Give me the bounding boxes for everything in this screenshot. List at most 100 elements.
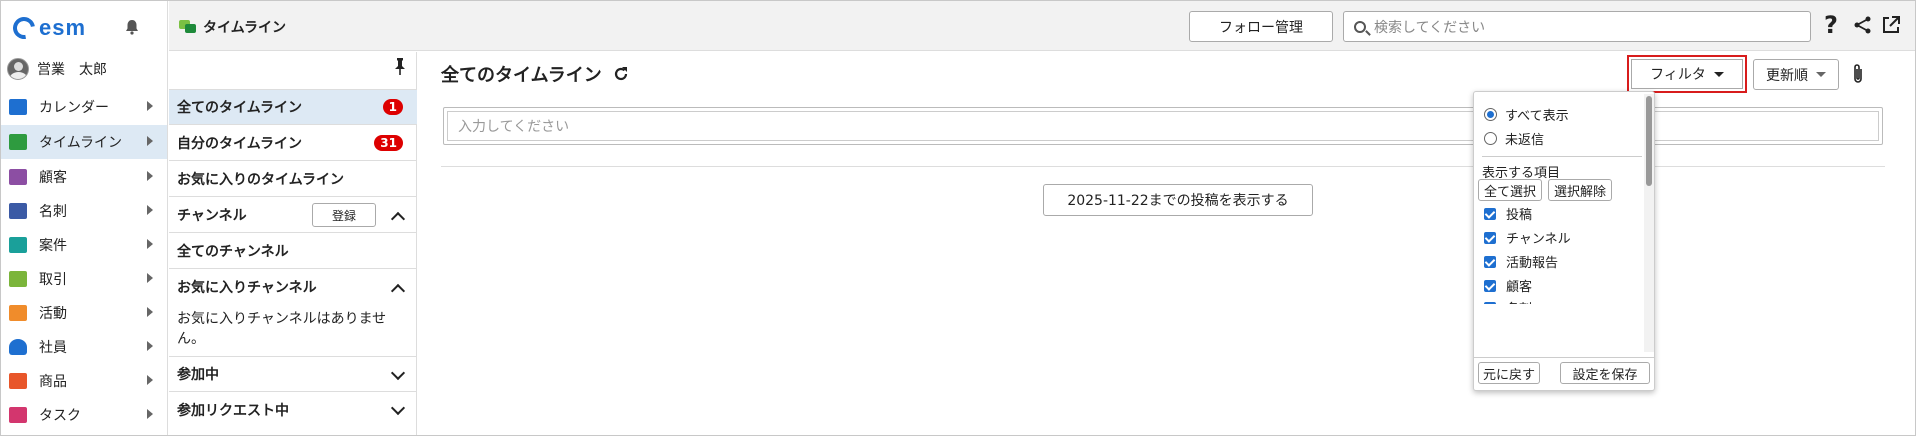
sidebar-item-employee[interactable]: 社員 <box>1 330 167 364</box>
sidebar-item-deal[interactable]: 案件 <box>1 228 167 262</box>
channel-label: チャンネル <box>177 207 247 224</box>
all-timeline-label: 全てのタイムライン <box>177 100 303 116</box>
radio-unselected-icon <box>1484 132 1497 145</box>
no-favorite-channel-message: お気に入りチャンネルはありません。 <box>177 311 387 347</box>
sidebar-item-transaction[interactable]: 取引 <box>1 262 167 296</box>
open-new-window-icon[interactable] <box>1881 15 1901 35</box>
favorite-timeline-label: お気に入りのタイムライン <box>177 171 345 188</box>
clipboard-icon <box>9 305 27 321</box>
chevron-down-icon[interactable] <box>390 400 406 416</box>
reset-button[interactable]: 元に戻す <box>1478 362 1540 384</box>
chevron-up-icon[interactable] <box>390 211 406 227</box>
sidebar-item-task[interactable]: タスク <box>1 398 167 432</box>
sidebar-item-business-card[interactable]: 名刺 <box>1 194 167 228</box>
timeline-icon <box>179 20 197 34</box>
chevron-up-icon[interactable] <box>390 283 406 299</box>
filter-item-label: 顧客 <box>1506 280 1533 295</box>
pin-icon[interactable] <box>393 57 407 75</box>
chevron-right-icon <box>147 375 153 385</box>
favorite-timeline-item[interactable]: お気に入りのタイムライン <box>169 161 417 197</box>
follow-management-button[interactable]: フォロー管理 <box>1189 11 1333 42</box>
joined-label: 参加中 <box>177 367 219 383</box>
all-channel-label: 全てのチャンネル <box>177 243 289 260</box>
bell-icon[interactable] <box>124 19 140 35</box>
business-card-icon <box>9 203 27 219</box>
page-title: タイムライン <box>179 17 286 37</box>
unread-badge: 1 <box>382 99 403 115</box>
radio-unreplied-label: 未返信 <box>1505 133 1545 148</box>
sort-order-label: 更新順 <box>1766 67 1808 84</box>
checkbox-checked-icon <box>1484 231 1496 244</box>
sidebar-item-timeline[interactable]: タイムライン <box>1 125 167 159</box>
channel-section-header[interactable]: チャンネル 登録 <box>169 197 417 233</box>
chevron-right-icon <box>147 205 153 215</box>
search-input[interactable]: 検索してください <box>1343 11 1811 42</box>
sidebar-item-customer[interactable]: 顧客 <box>1 160 167 194</box>
sidebar-item-label: 名刺 <box>39 204 67 220</box>
filter-button[interactable]: フィルタ <box>1627 55 1747 93</box>
sidebar-item-label: カレンダー <box>39 100 109 116</box>
sidebar-item-label: 活動 <box>39 306 67 322</box>
filter-item-activity-report[interactable]: 活動報告 <box>1484 252 1558 271</box>
divider <box>1482 156 1642 157</box>
radio-show-all[interactable]: すべて表示 <box>1484 105 1569 124</box>
my-timeline-item[interactable]: 自分のタイムライン 31 <box>169 125 417 161</box>
sort-order-select[interactable]: 更新順 <box>1753 59 1839 90</box>
person-icon <box>9 339 27 355</box>
building-icon <box>9 169 27 185</box>
chevron-down-icon[interactable] <box>390 365 406 381</box>
filter-item-label: 名刺 <box>1506 298 1532 304</box>
help-icon[interactable]: ? <box>1824 11 1838 39</box>
sidebar-item-label: 社員 <box>39 340 67 356</box>
filter-item-clip: 名刺 <box>1474 294 1642 304</box>
sidebar-item-label: タスク <box>39 408 81 424</box>
my-timeline-label: 自分のタイムライン <box>177 135 303 152</box>
sidebar-item-label: タイムライン <box>39 135 123 151</box>
dropdown-scrollbar-thumb[interactable] <box>1646 96 1652 186</box>
paperclip-icon[interactable] <box>1851 63 1865 85</box>
chevron-right-icon <box>147 101 153 111</box>
chevron-right-icon <box>147 341 153 351</box>
share-icon[interactable] <box>1853 15 1873 35</box>
checkbox-checked-icon <box>1484 255 1496 268</box>
joined-section-header[interactable]: 参加中 <box>169 356 417 392</box>
post-input-field[interactable]: 入力してください <box>447 111 1879 141</box>
user-name: 営業 太郎 <box>37 62 107 78</box>
filter-label: フィルタ <box>1650 67 1706 83</box>
save-settings-button[interactable]: 設定を保存 <box>1560 362 1650 384</box>
post-input[interactable]: 入力してください <box>443 107 1883 145</box>
sidebar-item-product[interactable]: 商品 <box>1 364 167 398</box>
filter-button-inner: フィルタ <box>1631 59 1743 89</box>
filter-item-business-card[interactable]: 名刺 <box>1484 298 1532 304</box>
caret-down-icon <box>1713 71 1724 77</box>
select-all-button[interactable]: 全て選択 <box>1478 179 1542 201</box>
requested-label: 参加リクエスト中 <box>177 403 289 419</box>
sidebar-item-label: 顧客 <box>39 170 67 186</box>
user-profile[interactable]: 営業 太郎 <box>7 58 107 80</box>
sidebar-item-activity[interactable]: 活動 <box>1 296 167 330</box>
all-channel-item[interactable]: 全てのチャンネル <box>169 233 417 269</box>
refresh-icon[interactable] <box>612 65 630 83</box>
requested-section-header[interactable]: 参加リクエスト中 <box>169 392 417 428</box>
esm-logo[interactable]: esm <box>8 12 86 44</box>
filter-item-label: チャンネル <box>1506 232 1571 247</box>
sidebar-item-label: 商品 <box>39 374 67 390</box>
filter-item-channel[interactable]: チャンネル <box>1484 228 1571 247</box>
checkbox-checked-icon <box>1484 279 1496 292</box>
product-icon <box>9 373 27 389</box>
show-older-posts-button[interactable]: 2025-11-22までの投稿を表示する <box>1043 184 1313 216</box>
checkbox-checked-icon <box>1484 301 1496 304</box>
timeline-icon <box>9 134 27 150</box>
chevron-right-icon <box>147 239 153 249</box>
favorite-channel-header[interactable]: お気に入りチャンネル <box>169 269 417 305</box>
calendar-icon <box>9 99 27 115</box>
deselect-all-button[interactable]: 選択解除 <box>1548 179 1612 201</box>
register-channel-button[interactable]: 登録 <box>312 203 376 227</box>
radio-unreplied[interactable]: 未返信 <box>1484 129 1544 148</box>
chevron-right-icon <box>147 136 153 146</box>
search-icon <box>1354 20 1366 33</box>
all-timeline-item[interactable]: 全てのタイムライン 1 <box>169 89 417 125</box>
sidebar-item-calendar[interactable]: カレンダー <box>1 90 167 124</box>
filter-item-customer[interactable]: 顧客 <box>1484 276 1532 295</box>
filter-item-post[interactable]: 投稿 <box>1484 204 1532 223</box>
